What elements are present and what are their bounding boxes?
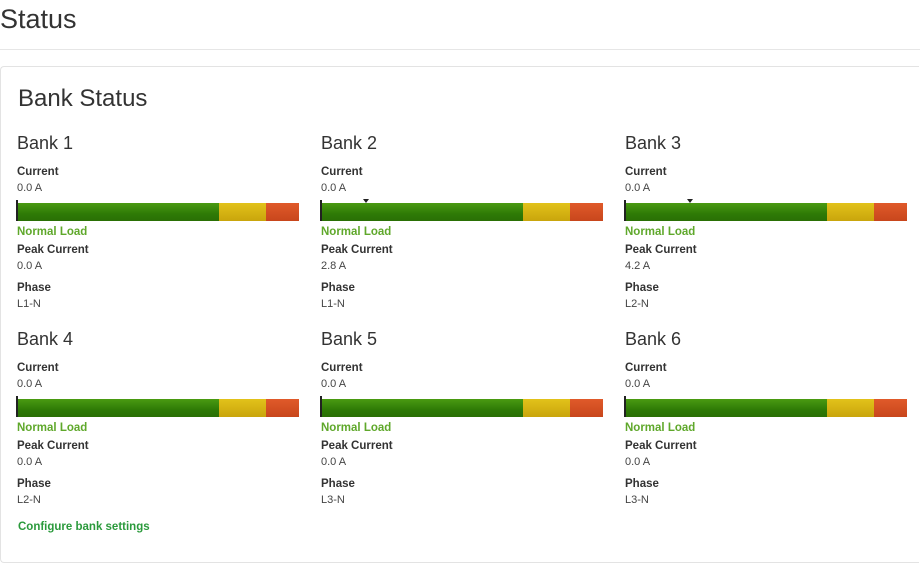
current-value: 0.0 A (17, 182, 43, 194)
gauge-normal-segment (625, 399, 827, 417)
peak-current-label: Peak Current (625, 440, 697, 452)
page-title: Status (0, 4, 77, 34)
phase-label: Phase (17, 282, 51, 294)
peak-current-label: Peak Current (17, 244, 89, 256)
phase-value: L1-N (17, 298, 41, 310)
current-value: 0.0 A (625, 378, 651, 390)
current-value: 0.0 A (321, 378, 347, 390)
load-gauge (624, 396, 907, 417)
peak-current-label: Peak Current (17, 440, 89, 452)
gauge-warning-segment (523, 399, 570, 417)
current-label: Current (321, 166, 363, 178)
gauge-critical-segment (570, 399, 603, 417)
bank-name: Bank 2 (321, 133, 378, 153)
load-status: Normal Load (17, 226, 88, 238)
gauge-current-indicator (320, 200, 322, 221)
gauge-normal-segment (17, 399, 219, 417)
phase-value: L1-N (321, 298, 345, 310)
gauge-current-indicator (16, 200, 18, 221)
bank-status-panel: Bank Status Bank 1 Current 0.0 A Normal … (0, 66, 919, 563)
phase-value: L2-N (625, 298, 649, 310)
current-value: 0.0 A (17, 378, 43, 390)
bank-card-6: Bank 6 Current 0.0 A Normal Load Peak Cu… (624, 329, 907, 509)
current-label: Current (321, 362, 363, 374)
phase-label: Phase (625, 478, 659, 490)
panel-title: Bank Status (18, 85, 148, 112)
gauge-warning-segment (827, 203, 874, 221)
peak-current-value: 0.0 A (321, 456, 347, 468)
bank-card-4: Bank 4 Current 0.0 A Normal Load Peak Cu… (16, 329, 299, 509)
phase-value: L3-N (321, 494, 345, 506)
title-divider (0, 49, 920, 50)
gauge-critical-segment (570, 203, 603, 221)
gauge-current-indicator (624, 396, 626, 417)
load-gauge (320, 199, 603, 221)
peak-current-label: Peak Current (321, 244, 393, 256)
bank-card-2: Bank 2 Current 0.0 A Normal Load Peak Cu… (320, 133, 603, 313)
phase-label: Phase (17, 478, 51, 490)
gauge-normal-segment (625, 203, 827, 221)
bank-name: Bank 3 (625, 133, 682, 153)
gauge-current-indicator (320, 396, 322, 417)
peak-current-value: 0.0 A (17, 260, 43, 272)
peak-marker-icon (363, 199, 370, 203)
bank-card-3: Bank 3 Current 0.0 A Normal Load Peak Cu… (624, 133, 907, 313)
phase-label: Phase (321, 282, 355, 294)
gauge-current-indicator (624, 200, 626, 221)
bank-name: Bank 4 (17, 329, 74, 349)
peak-current-value: 0.0 A (17, 456, 43, 468)
configure-bank-settings-link[interactable]: Configure bank settings (18, 521, 150, 533)
current-label: Current (625, 166, 667, 178)
current-label: Current (17, 166, 59, 178)
bank-card-1: Bank 1 Current 0.0 A Normal Load Peak Cu… (16, 133, 299, 313)
gauge-current-indicator (16, 396, 18, 417)
load-status: Normal Load (321, 422, 392, 434)
peak-marker-icon (686, 199, 693, 203)
bank-name: Bank 6 (625, 329, 682, 349)
phase-value: L3-N (625, 494, 649, 506)
gauge-critical-segment (874, 399, 907, 417)
bank-name: Bank 1 (17, 133, 74, 153)
peak-current-value: 0.0 A (625, 456, 651, 468)
bank-name: Bank 5 (321, 329, 378, 349)
peak-current-value: 2.8 A (321, 260, 347, 272)
current-label: Current (17, 362, 59, 374)
load-gauge (624, 199, 907, 221)
current-label: Current (625, 362, 667, 374)
phase-value: L2-N (17, 494, 41, 506)
load-gauge (16, 396, 299, 417)
gauge-critical-segment (874, 203, 907, 221)
phase-label: Phase (321, 478, 355, 490)
load-gauge (320, 396, 603, 417)
peak-current-value: 4.2 A (625, 260, 651, 272)
gauge-critical-segment (266, 203, 299, 221)
gauge-critical-segment (266, 399, 299, 417)
load-status: Normal Load (321, 226, 392, 238)
gauge-warning-segment (523, 203, 570, 221)
load-status: Normal Load (625, 226, 696, 238)
gauge-normal-segment (321, 203, 523, 221)
peak-current-label: Peak Current (321, 440, 393, 452)
gauge-warning-segment (219, 203, 266, 221)
load-status: Normal Load (625, 422, 696, 434)
gauge-normal-segment (17, 203, 219, 221)
load-gauge (16, 200, 299, 221)
gauge-warning-segment (827, 399, 874, 417)
load-status: Normal Load (17, 422, 88, 434)
bank-card-5: Bank 5 Current 0.0 A Normal Load Peak Cu… (320, 329, 603, 509)
gauge-warning-segment (219, 399, 266, 417)
gauge-normal-segment (321, 399, 523, 417)
current-value: 0.0 A (321, 182, 347, 194)
current-value: 0.0 A (625, 182, 651, 194)
phase-label: Phase (625, 282, 659, 294)
peak-current-label: Peak Current (625, 244, 697, 256)
